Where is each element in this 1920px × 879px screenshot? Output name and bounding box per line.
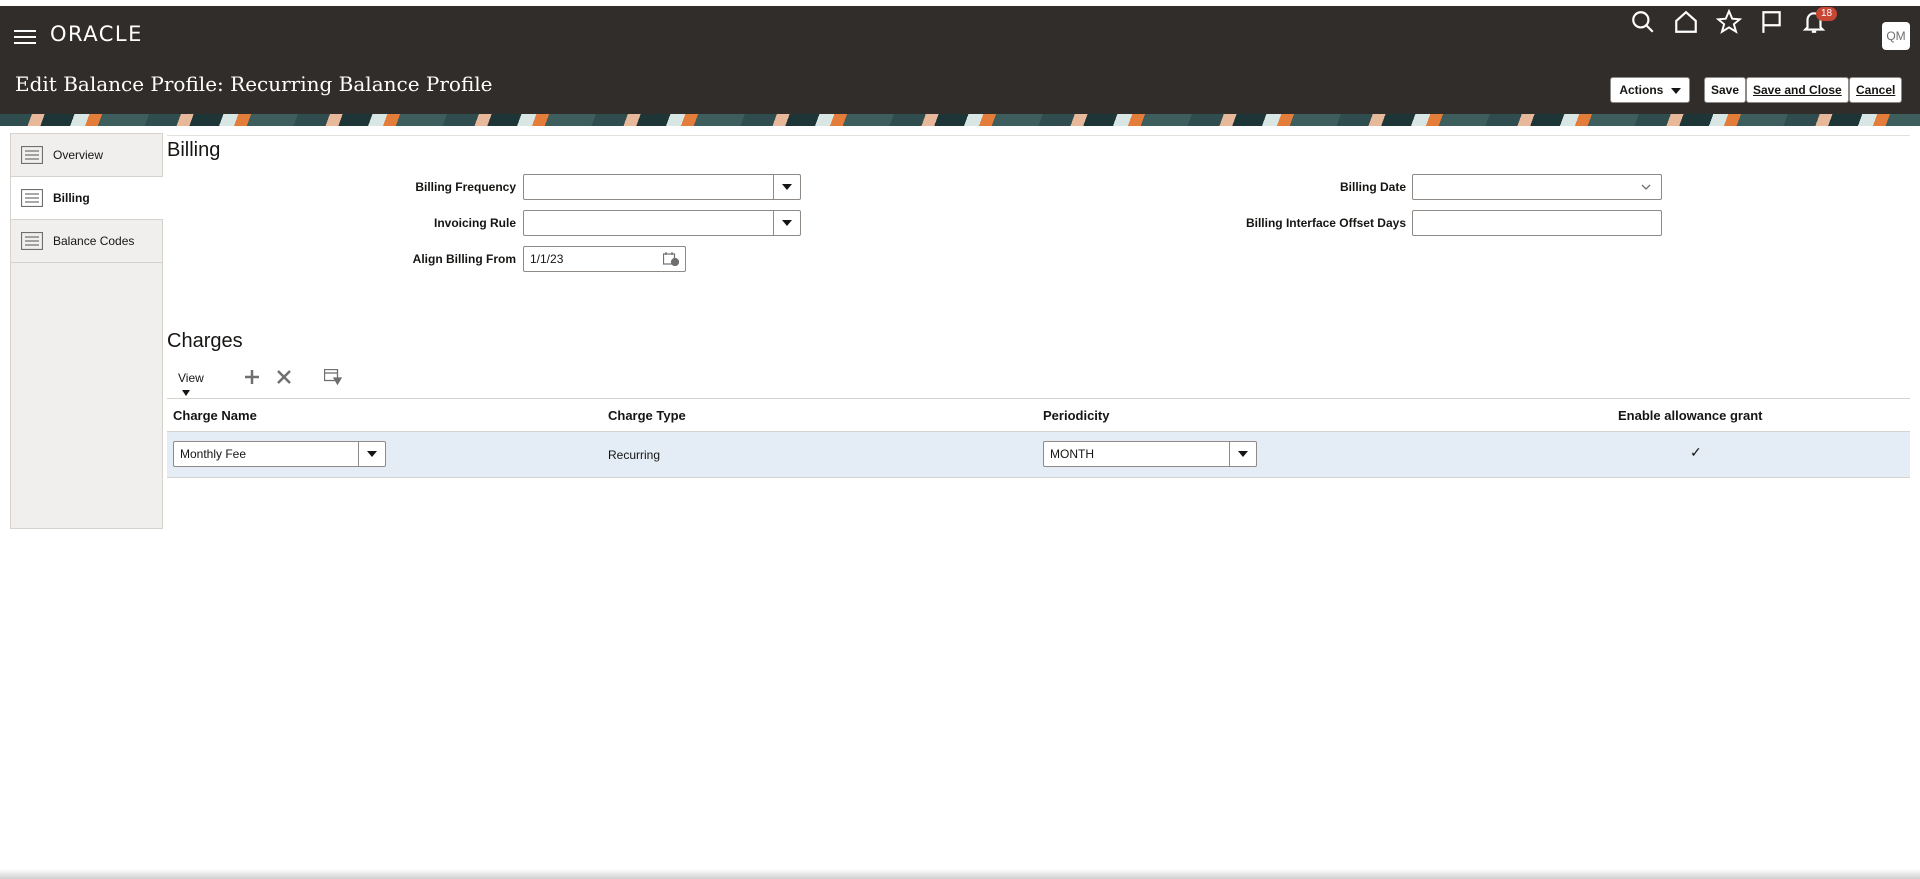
billing-interface-offset-days-input[interactable] bbox=[1412, 210, 1662, 236]
list-icon bbox=[21, 189, 43, 207]
notifications-badge: 18 bbox=[1816, 7, 1838, 21]
charges-section-title: Charges bbox=[167, 330, 243, 352]
delete-icon[interactable] bbox=[276, 369, 292, 385]
bottom-shadow bbox=[0, 869, 1920, 879]
align-billing-from-label: Align Billing From bbox=[412, 252, 516, 266]
invoicing-rule-select[interactable] bbox=[523, 210, 801, 236]
cancel-button[interactable]: Cancel bbox=[1849, 77, 1903, 103]
column-header-charge-type[interactable]: Charge Type bbox=[608, 408, 686, 423]
decorative-banner bbox=[0, 114, 1920, 126]
home-icon[interactable] bbox=[1670, 6, 1702, 38]
star-icon[interactable] bbox=[1713, 6, 1745, 38]
page-title: Edit Balance Profile: Recurring Balance … bbox=[15, 72, 493, 96]
menu-icon[interactable] bbox=[14, 26, 36, 48]
chevron-down-icon[interactable] bbox=[1641, 183, 1651, 191]
billing-section-title: Billing bbox=[167, 139, 221, 161]
tab-overview[interactable]: Overview bbox=[11, 134, 162, 177]
column-header-charge-name[interactable]: Charge Name bbox=[173, 408, 257, 423]
app-header: ORACLE 18 QM Edit Balance Profile: Recur… bbox=[0, 6, 1920, 114]
allowance-grant-check-icon: ✓ bbox=[1690, 444, 1702, 460]
calendar-icon[interactable] bbox=[663, 252, 679, 266]
avatar[interactable]: QM bbox=[1882, 22, 1910, 50]
billing-date-label: Billing Date bbox=[1339, 180, 1406, 194]
list-icon bbox=[21, 232, 43, 250]
caret-down-icon bbox=[182, 389, 190, 396]
table-row[interactable]: Monthly Fee Recurring MONTH ✓ bbox=[167, 432, 1910, 478]
freeze-columns-icon[interactable] bbox=[324, 369, 342, 385]
dropdown-arrow-icon[interactable] bbox=[1229, 442, 1256, 466]
table-top-border bbox=[167, 398, 1910, 399]
billing-interface-offset-days-label: Billing Interface Offset Days bbox=[1245, 216, 1406, 230]
flag-icon[interactable] bbox=[1755, 6, 1787, 38]
oracle-logo: ORACLE bbox=[50, 22, 143, 46]
align-billing-from-input[interactable]: 1/1/23 bbox=[523, 246, 686, 272]
save-and-close-button[interactable]: Save and Close bbox=[1746, 77, 1849, 103]
column-header-enable-allowance-grant[interactable]: Enable allowance grant bbox=[1618, 408, 1763, 423]
dropdown-arrow-icon[interactable] bbox=[773, 211, 800, 235]
billing-frequency-select[interactable] bbox=[523, 174, 801, 200]
actions-button[interactable]: Actions bbox=[1610, 77, 1690, 103]
billing-divider bbox=[167, 135, 1910, 136]
tab-billing[interactable]: Billing bbox=[11, 177, 163, 220]
column-header-periodicity[interactable]: Periodicity bbox=[1043, 408, 1109, 423]
search-icon[interactable] bbox=[1627, 6, 1659, 38]
list-icon bbox=[21, 146, 43, 164]
dropdown-arrow-icon[interactable] bbox=[358, 442, 385, 466]
save-button[interactable]: Save bbox=[1704, 77, 1747, 103]
billing-frequency-label: Billing Frequency bbox=[415, 180, 516, 194]
add-icon[interactable] bbox=[244, 369, 260, 385]
sidebar: Overview Billing Balance Codes bbox=[10, 133, 163, 529]
caret-down-icon bbox=[1670, 87, 1681, 94]
dropdown-arrow-icon[interactable] bbox=[773, 175, 800, 199]
charge-type-cell: Recurring bbox=[608, 448, 661, 462]
notifications-icon[interactable]: 18 bbox=[1798, 6, 1838, 38]
tab-balance-codes[interactable]: Balance Codes bbox=[11, 220, 162, 263]
billing-date-select[interactable] bbox=[1412, 174, 1662, 200]
periodicity-select[interactable]: MONTH bbox=[1043, 441, 1257, 467]
charge-name-select[interactable]: Monthly Fee bbox=[173, 441, 386, 467]
view-menu[interactable]: View bbox=[178, 371, 204, 399]
invoicing-rule-label: Invoicing Rule bbox=[433, 216, 516, 230]
